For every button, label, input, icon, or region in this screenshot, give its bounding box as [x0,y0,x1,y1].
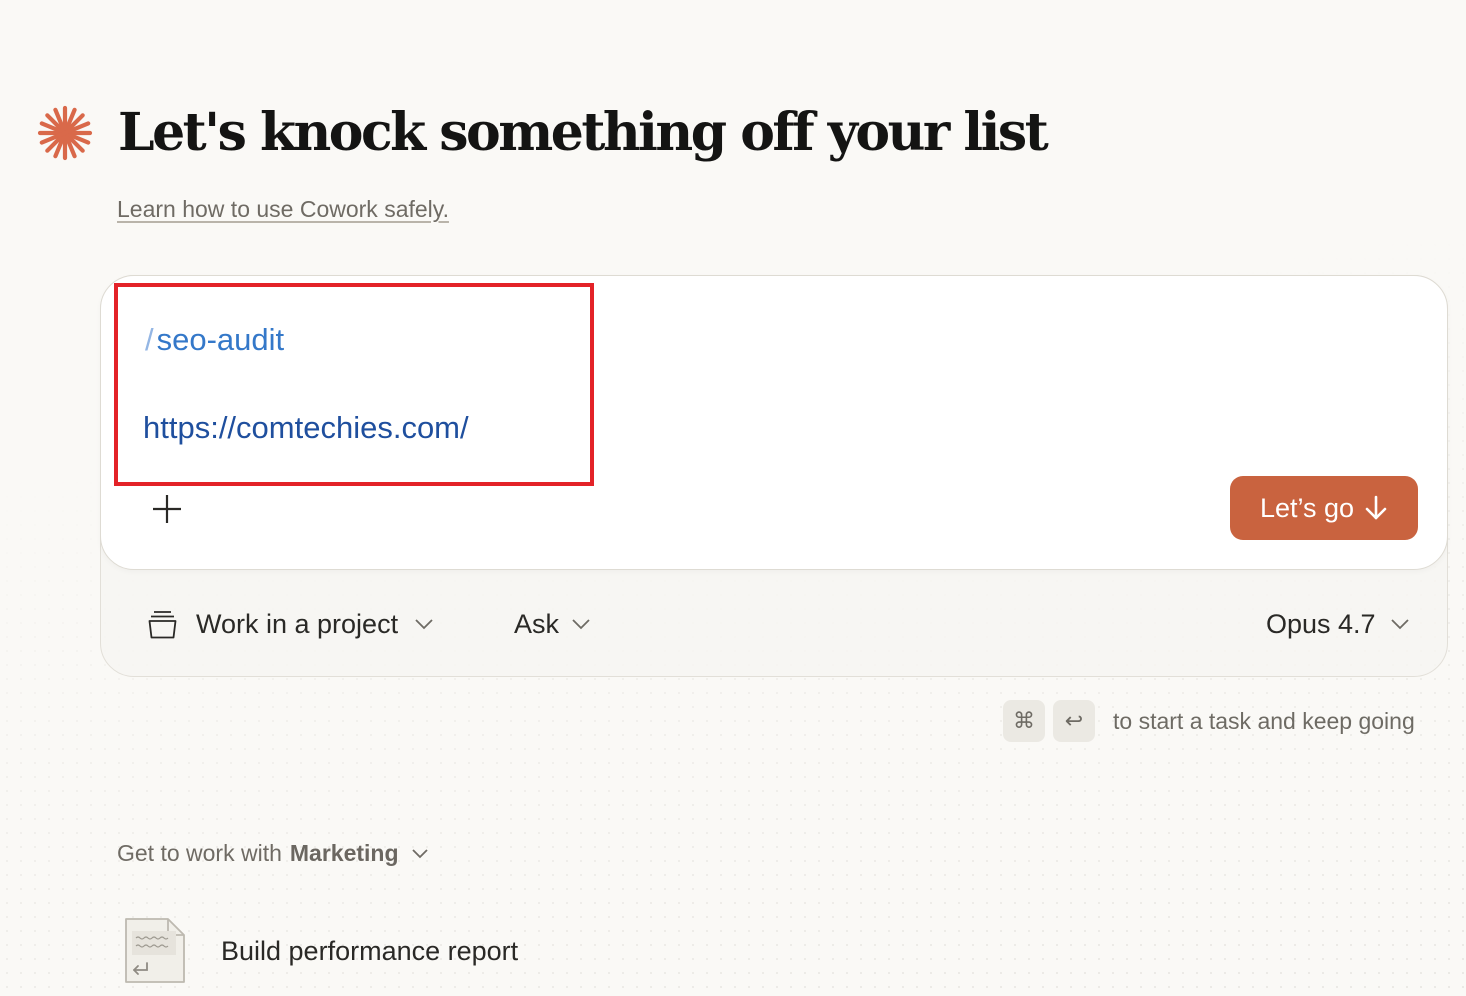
shortcut-hint-text: to start a task and keep going [1113,707,1415,734]
project-label: Work in a project [196,608,399,639]
archive-box-icon [148,610,177,638]
lets-go-label: Let’s go [1259,492,1355,523]
return-key-icon: ↩ [1053,700,1095,742]
department-selector[interactable]: Get to work with Marketing [117,840,429,867]
command-key-icon: ⌘ [1003,700,1045,742]
department-name: Marketing [289,840,399,866]
chevron-down-icon [1390,619,1409,630]
starburst-logo-icon [37,105,93,161]
page-header: Let's knock something off your list [36,102,1049,163]
chevron-down-icon [572,619,590,630]
page-title: Let's knock something off your list [118,102,1049,163]
annotation-highlight-box [114,283,594,486]
lets-go-button[interactable]: Let’s go [1230,476,1418,540]
mode-label: Ask [514,608,560,639]
add-attachment-button[interactable] [150,492,184,526]
arrow-down-icon [1365,495,1387,520]
work-in-project-dropdown[interactable]: Work in a project [147,606,434,642]
keyboard-shortcut-hint: ⌘ ↩ to start a task and keep going [1003,700,1415,742]
model-label: Opus 4.7 [1266,608,1376,639]
model-selector[interactable]: Opus 4.7 [1266,606,1410,642]
plus-icon [153,495,181,523]
mode-dropdown[interactable]: Ask [514,606,591,642]
chevron-down-icon [415,619,433,630]
chevron-down-icon [411,849,428,859]
document-icon [125,918,185,983]
suggestion-item-build-performance-report[interactable]: Build performance report [122,916,518,986]
learn-safety-link[interactable]: Learn how to use Cowork safely. [117,196,449,223]
suggestion-label: Build performance report [221,935,519,966]
department-prefix: Get to work with [117,840,282,866]
